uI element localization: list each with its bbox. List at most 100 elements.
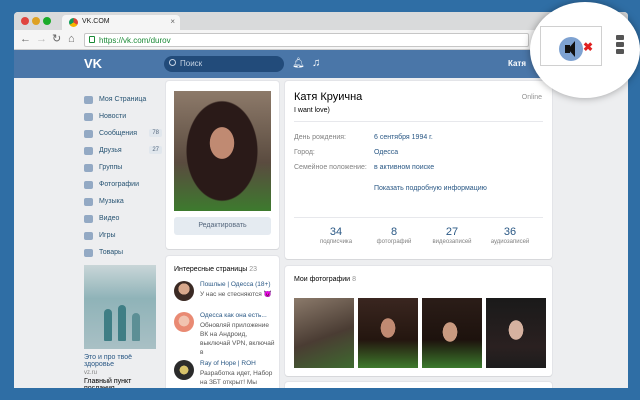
avatar[interactable] [174,360,194,380]
shopping-bag-icon [84,249,93,257]
sidebar-item-photos[interactable]: Фотографии [84,177,162,194]
ad-image[interactable] [84,265,156,349]
search-input[interactable]: Поиск [164,56,284,72]
forward-arrow-icon[interactable]: → [36,33,47,45]
sidebar-item-groups[interactable]: Группы [84,160,162,177]
photos-title[interactable]: Мои фотографии 8 [294,276,356,283]
ad-person-figure [118,305,126,341]
camera-icon [84,181,93,189]
groups-icon [84,164,93,172]
stat-label: аудиозаписей [490,239,530,245]
news-icon [84,113,93,121]
interest-name[interactable]: Пошлые | Одесса (18+) [200,281,270,288]
sidebar-item-friends[interactable]: Друзья 27 [84,143,162,160]
home-icon[interactable]: ⌂ [68,33,75,45]
interests-title-text: Интересные страницы [174,266,248,273]
info-label: Семейное положение: [294,164,367,171]
home-icon [84,96,93,104]
vk-logo-icon[interactable]: VK [84,56,104,72]
list-item[interactable]: Одесса как она есть... Обновляй приложен… [174,312,275,356]
interests-count: 23 [249,266,257,273]
address-bar[interactable]: https://vk.com/durov [84,33,529,47]
stat-followers[interactable]: 34 подписчика [305,226,367,245]
photos-count: 8 [352,276,356,283]
ad-text: Главный пункт послания [84,378,132,388]
header-user-name[interactable]: Катя [508,59,526,68]
stat-number: 34 [329,226,343,238]
info-label: Город: [294,149,315,156]
sidebar-item-games[interactable]: Игры [84,228,162,245]
interest-name[interactable]: Ray of Hope | ROH [200,360,256,367]
avatar[interactable] [174,312,194,332]
browser-menu-icon[interactable] [616,35,624,56]
reload-icon[interactable]: ↻ [52,33,61,45]
sidebar-item-label: Игры [99,232,116,239]
sidebar-item-label: Товары [99,249,124,256]
sidebar-item-goods[interactable]: Товары [84,245,162,262]
stat-number: 36 [503,226,517,238]
music-note-icon[interactable]: ♫ [312,57,320,69]
photos-title-text: Мои фотографии [294,276,351,283]
photo-thumbnail[interactable] [294,298,354,368]
photo-thumbnail[interactable] [358,298,418,368]
info-value-link[interactable]: Одесса [374,149,398,156]
chrome-favicon-icon [69,18,78,27]
sidebar-item-label: Видео [99,215,120,222]
sidebar-item-label: Сообщения [99,130,137,137]
list-item[interactable]: Ray of Hope | ROH Разработка идет, Набор… [174,360,274,388]
divider [294,121,543,122]
close-window-button[interactable] [21,17,29,25]
photo-thumbnail[interactable] [422,298,482,368]
ad-title[interactable]: Это и про твоё здоровье [84,354,162,368]
tab-close-icon[interactable]: × [170,17,175,26]
ad-domain[interactable]: vz.ru [84,370,162,376]
extension-button[interactable]: ✖ [540,26,602,66]
minimize-window-button[interactable] [32,17,40,25]
messages-count-badge: 78 [149,129,162,137]
info-value-link[interactable]: 6 сентября 1994 г. [374,134,433,141]
message-icon [84,130,93,138]
stat-label: фотографий [376,239,412,245]
info-label: День рождения: [294,134,346,141]
online-indicator: Online [521,94,542,101]
ad-block[interactable]: Это и про твоё здоровье vz.ru Главный пу… [84,265,162,388]
stat-number: 27 [445,226,459,238]
mute-speaker-icon[interactable] [559,37,583,61]
wall-card [285,382,552,388]
sidebar-item-news[interactable]: Новости [84,109,162,126]
stat-label: видеозаписей [432,239,472,245]
interests-title[interactable]: Интересные страницы 23 [174,266,257,273]
show-details-link[interactable]: Показать подробную информацию [374,185,487,192]
lock-icon [89,36,95,43]
sidebar-item-label: Друзья [99,147,122,154]
profile-status[interactable]: I want love) [294,107,330,114]
ad-person-figure [132,313,140,341]
stat-audio[interactable]: 36 аудиозаписей [479,226,541,245]
browser-tab[interactable]: VK.COM × [62,15,180,30]
photo-thumbnail[interactable] [486,298,546,368]
interest-desc: У нас не стесняются 😈 [200,291,272,298]
bell-icon[interactable]: 🔔︎ [292,58,305,69]
avatar[interactable] [174,281,194,301]
stat-photos[interactable]: 8 фотографий [363,226,425,245]
gamepad-icon [84,232,93,240]
info-value-link[interactable]: в активном поиске [374,164,434,171]
video-icon [84,215,93,223]
back-arrow-icon[interactable]: ← [20,33,31,45]
avatar-card: Редактировать [166,81,279,249]
url-text: https://vk.com/durov [99,36,171,45]
extension-magnifier: ✖ [530,2,640,98]
stat-videos[interactable]: 27 видеозаписей [421,226,483,245]
sidebar-item-label: Фотографии [99,181,140,188]
sidebar-item-music[interactable]: Музыка [84,194,162,211]
maximize-window-button[interactable] [43,17,51,25]
left-sidebar: Моя Страница Новости Сообщения 78 Друзья 2… [84,92,162,262]
search-icon [169,59,176,66]
sidebar-item-messages[interactable]: Сообщения 78 [84,126,162,143]
interest-name[interactable]: Одесса как она есть... [200,312,267,319]
sidebar-item-video[interactable]: Видео [84,211,162,228]
profile-avatar[interactable] [174,91,271,211]
list-item[interactable]: Пошлые | Одесса (18+) У нас не стесняютс… [174,281,274,305]
edit-profile-button[interactable]: Редактировать [174,217,271,235]
sidebar-item-my-page[interactable]: Моя Страница [84,92,162,109]
